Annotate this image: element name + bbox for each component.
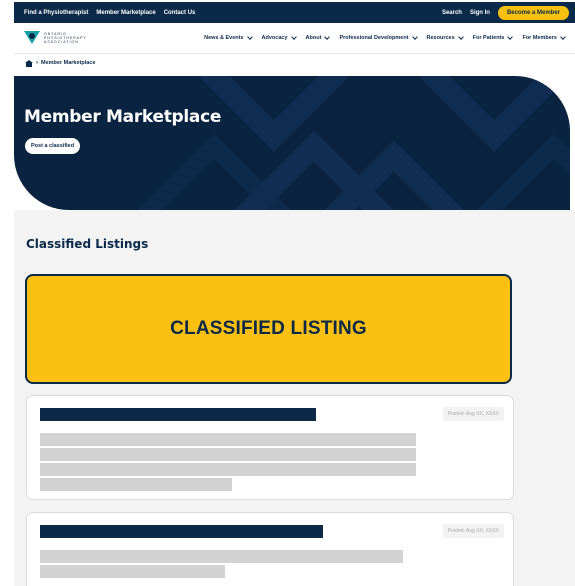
hero-background-pattern [137,76,570,210]
listing-text-placeholder [40,550,403,563]
listing-text-placeholder [40,448,416,461]
nav-item-label: For Members [522,35,557,41]
nav-item-for-patients[interactable]: For Patients [472,33,514,41]
nav-item-advocacy[interactable]: Advocacy [261,33,297,41]
site-logo[interactable]: ONTARIO PHYSIOTHERAPY ASSOCIATION [24,31,86,45]
listing-text-placeholder [40,478,232,491]
chevron-down-icon [246,33,253,40]
nav-item-for-members[interactable]: For Members [522,33,566,41]
breadcrumb-current: Member Marketplace [41,60,96,66]
listing-title-placeholder[interactable] [40,525,323,538]
home-icon[interactable] [25,59,33,67]
nav-item-label: For Patients [472,35,505,41]
listing-text-placeholder [40,463,416,476]
nav-item-label: About [305,35,322,41]
nav-item-news-events[interactable]: News & Events [204,33,253,41]
posted-date: Posted: Aug XX, XXXX [442,407,504,421]
chevron-down-icon [507,33,514,40]
listing-card[interactable]: Posted: Aug XX, XXXX [26,512,514,586]
sign-in-link[interactable]: Sign In [470,10,490,16]
nav-item-professional-development[interactable]: Professional Development [339,33,418,41]
section-title: Classified Listings [26,237,149,251]
post-classified-button[interactable]: Post a classified [25,138,81,154]
chevron-down-icon [411,33,418,40]
search-link[interactable]: Search [442,10,462,16]
logo-mark-icon [24,31,40,45]
chevron-down-icon [560,33,566,40]
breadcrumb: › Member Marketplace [25,58,95,68]
listing-text-placeholder [40,433,416,446]
nav-item-label: Advocacy [261,35,288,41]
listing-card[interactable]: Posted: Aug XX, XXXX [26,395,514,500]
become-member-button[interactable]: Become a Member [497,5,569,20]
listing-text-placeholder [40,565,225,578]
logo-text: ONTARIO PHYSIOTHERAPY ASSOCIATION [44,32,87,44]
main-nav: ONTARIO PHYSIOTHERAPY ASSOCIATION News &… [14,23,575,54]
nav-item-label: Resources [426,35,455,41]
chevron-down-icon [324,33,331,40]
nav-item-label: Professional Development [339,35,409,41]
featured-classified-banner[interactable]: CLASSIFIED LISTING [25,274,512,384]
nav-item-resources[interactable]: Resources [426,33,464,41]
listing-title-placeholder[interactable] [40,408,316,421]
nav-item-label: News & Events [204,35,244,41]
posted-date: Posted: Aug XX, XXXX [442,524,504,538]
chevron-down-icon [457,33,464,40]
chevron-down-icon [290,33,297,40]
member-marketplace-link[interactable]: Member Marketplace [96,10,155,16]
featured-classified-label: CLASSIFIED LISTING [170,318,367,339]
nav-item-about[interactable]: About [305,33,331,41]
utility-bar: Find a Physiotherapist Member Marketplac… [14,2,575,23]
page-title: Member Marketplace [24,107,222,127]
chevron-right-icon: › [36,60,38,66]
find-physiotherapist-link[interactable]: Find a Physiotherapist [24,10,88,16]
nav-items: News & Events Advocacy About Professiona… [194,33,566,41]
hero-banner: Member Marketplace Post a classified [14,76,570,210]
contact-us-link[interactable]: Contact Us [164,10,196,16]
